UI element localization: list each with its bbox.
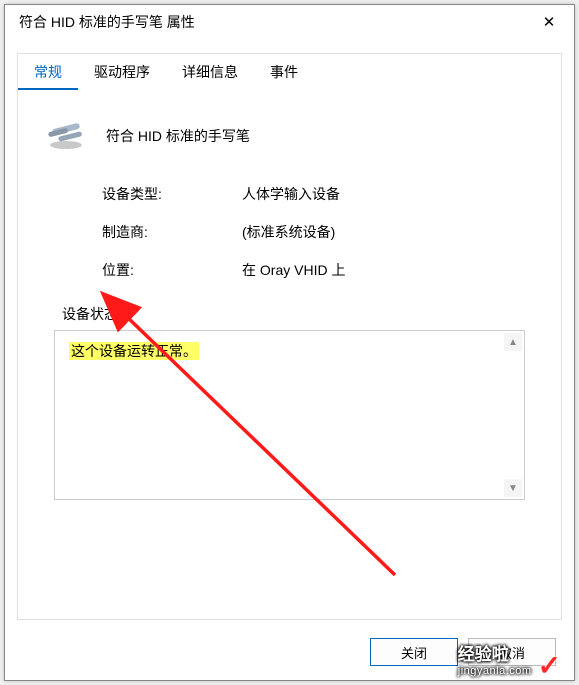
mfg-value: (标准系统设备) — [242, 222, 523, 242]
loc-label: 位置: — [102, 260, 242, 280]
close-icon: ✕ — [543, 13, 556, 31]
device-header: 符合 HID 标准的手写笔 — [46, 118, 533, 154]
chevron-down-icon: ▼ — [508, 483, 518, 494]
status-textbox[interactable]: 这个设备运转正常。 ▲ ▼ — [54, 330, 525, 500]
tab-events[interactable]: 事件 — [254, 54, 314, 90]
window-title: 符合 HID 标准的手写笔 属性 — [19, 12, 534, 32]
type-value: 人体学输入设备 — [242, 184, 523, 204]
tab-details-label: 详细信息 — [182, 64, 238, 80]
tab-details[interactable]: 详细信息 — [166, 54, 254, 90]
device-name: 符合 HID 标准的手写笔 — [106, 126, 250, 146]
close-button[interactable]: ✕ — [534, 7, 564, 37]
scroll-up-button[interactable]: ▲ — [504, 333, 522, 351]
tab-events-label: 事件 — [270, 64, 298, 80]
info-row-type: 设备类型: 人体学输入设备 — [102, 184, 523, 204]
close-dialog-label: 关闭 — [401, 643, 427, 662]
dialog-window: 符合 HID 标准的手写笔 属性 ✕ 常规 驱动程序 详细信息 事件 — [4, 4, 575, 681]
tab-content-general: 符合 HID 标准的手写笔 设备类型: 人体学输入设备 制造商: (标准系统设备… — [18, 90, 561, 510]
info-row-mfg: 制造商: (标准系统设备) — [102, 222, 523, 242]
watermark-site: jingyanla.com — [458, 665, 532, 677]
watermark-brand: 经验啦 — [458, 646, 509, 665]
type-label: 设备类型: — [102, 184, 242, 204]
checkmark-icon: ✓ — [538, 655, 561, 677]
tab-general-label: 常规 — [34, 64, 62, 80]
pen-device-icon — [46, 118, 92, 154]
loc-value: 在 Oray VHID 上 — [242, 260, 523, 280]
content-panel: 常规 驱动程序 详细信息 事件 符合 HID 标准的手写笔 — [17, 53, 562, 620]
scroll-down-button[interactable]: ▼ — [504, 479, 522, 497]
close-dialog-button[interactable]: 关闭 — [370, 638, 458, 666]
tab-general[interactable]: 常规 — [18, 54, 78, 90]
info-row-loc: 位置: 在 Oray VHID 上 — [102, 260, 523, 280]
status-section: 设备状态 这个设备运转正常。 ▲ ▼ — [46, 304, 533, 500]
status-text: 这个设备运转正常。 — [69, 342, 199, 360]
title-bar: 符合 HID 标准的手写笔 属性 ✕ — [5, 5, 574, 39]
status-label: 设备状态 — [62, 304, 527, 324]
watermark: 经验啦 jingyanla.com ✓ — [458, 646, 561, 677]
device-info: 设备类型: 人体学输入设备 制造商: (标准系统设备) 位置: 在 Oray V… — [46, 184, 533, 280]
tab-strip: 常规 驱动程序 详细信息 事件 — [18, 54, 561, 90]
tab-driver-label: 驱动程序 — [94, 64, 150, 80]
tab-driver[interactable]: 驱动程序 — [78, 54, 166, 90]
mfg-label: 制造商: — [102, 222, 242, 242]
chevron-up-icon: ▲ — [508, 337, 518, 348]
